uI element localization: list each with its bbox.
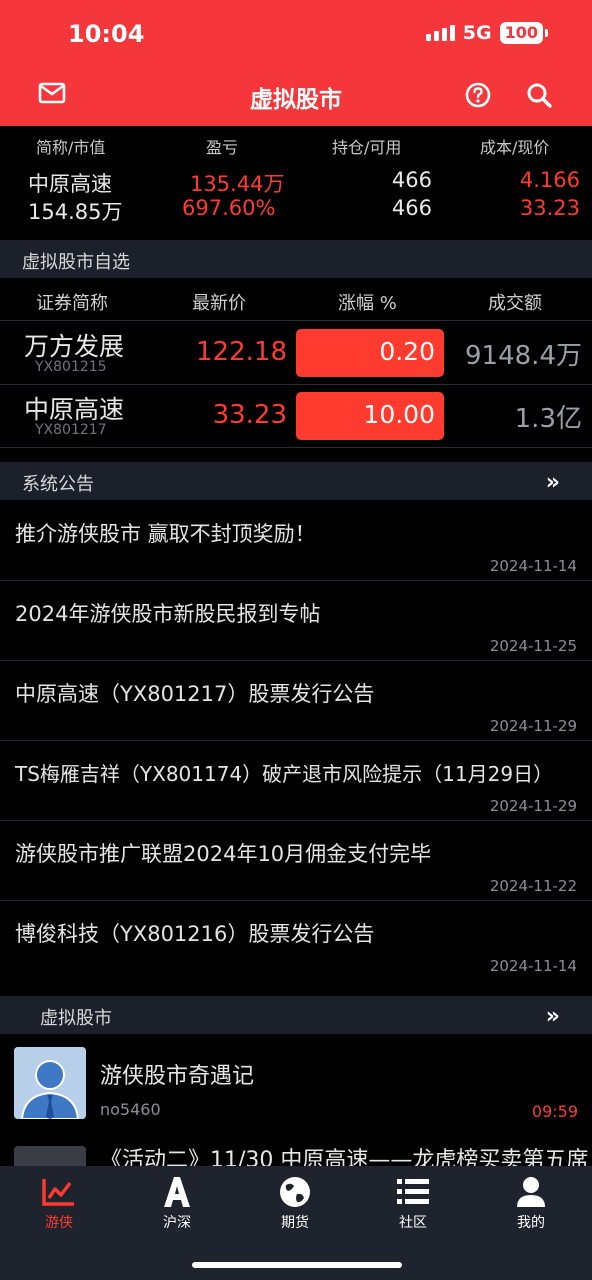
stock-price: 122.18 (196, 337, 287, 367)
tab-futures[interactable]: 期货 (236, 1172, 354, 1242)
avatar (14, 1146, 86, 1166)
chart-icon (42, 1179, 74, 1206)
forum-post[interactable]: 游侠股市奇遇记 no5460 09:59 (0, 1034, 592, 1134)
forum-title: 虚拟股市 (40, 1008, 112, 1029)
post-title: 《活动二》11/30 中原高速——龙虎榜买卖第五席 (100, 1148, 589, 1166)
tab-community[interactable]: 社区 (354, 1172, 472, 1242)
tab-hushen[interactable]: 沪深 (118, 1172, 236, 1242)
battery-tip (545, 29, 548, 37)
holding-pnl: 135.44万 (190, 172, 285, 196)
watchlist-header-volume: 成交额 (488, 293, 542, 314)
watchlist-section-bar: 虚拟股市自选 (0, 240, 592, 278)
announcement-item[interactable]: 游侠股市推广联盟2024年10月佣金支付完毕 2024-11-22 (0, 820, 592, 901)
forum-section-bar[interactable]: 虚拟股市 » (0, 996, 592, 1034)
tab-label: 沪深 (163, 1215, 191, 1231)
stock-name: 万方发展 (24, 332, 125, 361)
announcement-item[interactable]: 2024年游侠股市新股民报到专帖 2024-11-25 (0, 580, 592, 661)
watchlist-row[interactable]: 中原高速 YX801217 33.23 10.00 1.3亿 (0, 384, 592, 448)
watchlist-header-change: 涨幅 % (338, 293, 397, 314)
watchlist-header-price: 最新价 (192, 293, 246, 314)
holding-price: 33.23 (519, 196, 580, 220)
watchlist-row[interactable]: 万方发展 YX801215 122.18 0.20 9148.4万 (0, 321, 592, 385)
help-icon[interactable] (464, 81, 492, 109)
globe-icon (280, 1177, 310, 1207)
announcement-title: 中原高速（YX801217）股票发行公告 (15, 682, 375, 706)
tab-label: 社区 (399, 1215, 427, 1231)
watchlist-header: 证券简称 最新价 涨幅 % 成交额 (0, 280, 592, 321)
announcement-title: 推介游侠股市 赢取不封顶奖励！ (15, 522, 316, 546)
announcement-date: 2024-11-22 (489, 877, 577, 895)
page-title: 虚拟股市 (250, 87, 342, 113)
battery-icon: 100 (499, 22, 543, 44)
holdings-header-pnl: 盈亏 (206, 138, 239, 157)
announcement-title: TS梅雁吉祥（YX801174）破产退市风险提示（11月29日） (15, 762, 554, 786)
tab-label: 我的 (517, 1215, 545, 1231)
holding-market-value: 154.85万 (28, 200, 123, 224)
announcement-title: 博俊科技（YX801216）股票发行公告 (15, 922, 375, 946)
holdings-header-cost: 成本/现价 (480, 138, 550, 157)
stock-change: 0.20 (379, 337, 435, 366)
announcements-section-bar[interactable]: 系统公告 » (0, 462, 592, 500)
tab-mine[interactable]: 我的 (472, 1172, 590, 1242)
stock-price: 33.23 (212, 400, 287, 430)
announcement-date: 2024-11-29 (489, 717, 577, 735)
network-type: 5G (462, 22, 492, 44)
stock-change-badge: 0.20 (296, 329, 444, 377)
announcement-item[interactable]: TS梅雁吉祥（YX801174）破产退市风险提示（11月29日） 2024-11… (0, 740, 592, 821)
tab-label: 游侠 (45, 1215, 73, 1231)
holdings-panel[interactable]: 简称/市值 盈亏 持仓/可用 成本/现价 中原高速 154.85万 135.44… (0, 126, 592, 240)
announcements-title: 系统公告 (22, 474, 94, 495)
announcement-title: 2024年游侠股市新股民报到专帖 (15, 602, 321, 626)
stock-volume: 9148.4万 (465, 341, 582, 371)
holdings-header-position: 持仓/可用 (332, 138, 402, 157)
user-avatar-icon (14, 1047, 86, 1119)
signal-icon (425, 25, 455, 41)
stock-volume: 1.3亿 (514, 404, 582, 434)
holdings-header-name: 简称/市值 (36, 138, 106, 157)
status-indicators: 5G 100 (425, 22, 548, 44)
search-icon[interactable] (525, 81, 553, 109)
user-icon (517, 1177, 545, 1207)
announcement-date: 2024-11-29 (489, 797, 577, 815)
announcement-date: 2024-11-14 (489, 957, 577, 975)
announcement-date: 2024-11-14 (489, 557, 577, 575)
tab-label: 期货 (281, 1215, 309, 1231)
stock-change-badge: 10.00 (296, 392, 444, 440)
status-time: 10:04 (68, 20, 145, 48)
announcement-title: 游侠股市推广联盟2024年10月佣金支付完毕 (15, 842, 432, 866)
holding-cost: 4.166 (519, 168, 580, 192)
announcement-item[interactable]: 博俊科技（YX801216）股票发行公告 2024-11-14 (0, 900, 592, 980)
list-icon (397, 1179, 429, 1204)
stock-code: YX801217 (35, 422, 107, 438)
app-header: 10:04 5G 100 虚拟股市 (0, 0, 592, 126)
stock-change: 10.00 (363, 400, 435, 429)
watchlist-title: 虚拟股市自选 (22, 252, 130, 273)
holding-position: 466 (391, 168, 432, 192)
home-indicator (192, 1262, 402, 1268)
holding-name: 中原高速 (28, 172, 112, 196)
watchlist-header-name: 证券简称 (36, 293, 108, 314)
announcement-date: 2024-11-25 (489, 637, 577, 655)
forum-post[interactable]: 《活动二》11/30 中原高速——龙虎榜买卖第五席 (0, 1134, 592, 1166)
announcement-item[interactable]: 中原高速（YX801217）股票发行公告 2024-11-29 (0, 660, 592, 741)
letter-a-icon (164, 1177, 190, 1207)
post-author: no5460 (100, 1100, 161, 1119)
more-chevron-icon[interactable]: » (546, 1004, 560, 1029)
post-time: 09:59 (531, 1102, 578, 1121)
more-chevron-icon[interactable]: » (546, 470, 560, 495)
holding-available: 466 (391, 196, 432, 220)
stock-code: YX801215 (35, 359, 107, 375)
holding-pnl-pct: 697.60% (182, 196, 276, 220)
avatar (14, 1047, 86, 1119)
announcement-item[interactable]: 推介游侠股市 赢取不封顶奖励！ 2024-11-14 (0, 500, 592, 581)
post-title: 游侠股市奇遇记 (100, 1064, 255, 1089)
tab-youxia[interactable]: 游侠 (0, 1172, 118, 1242)
stock-name: 中原高速 (24, 395, 125, 424)
